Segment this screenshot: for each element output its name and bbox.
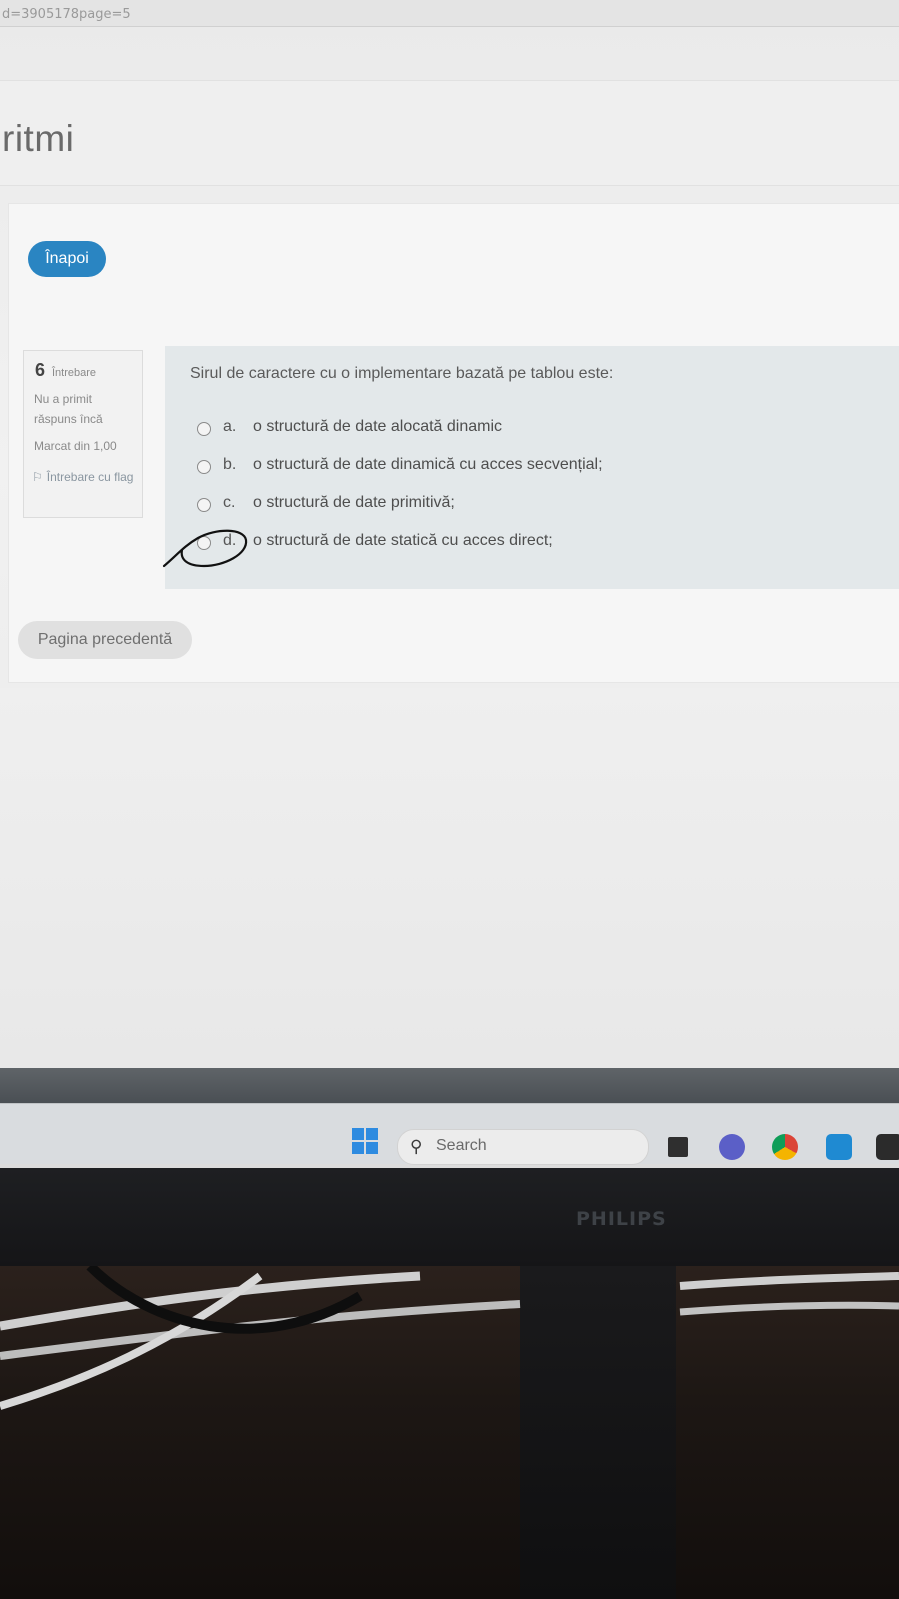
question-number: 6	[35, 360, 46, 380]
radio-button[interactable]	[197, 498, 211, 512]
monitor-screen: d=3905178page=5 ritmi Înapoi 6 Întrebare…	[0, 0, 899, 1168]
chrome-icon[interactable]	[772, 1134, 798, 1160]
chat-icon[interactable]	[719, 1134, 745, 1160]
url-text: d=3905178page=5	[2, 7, 131, 22]
previous-page-button[interactable]: Pagina precedentă	[18, 621, 192, 659]
cables	[0, 1266, 899, 1410]
terminal-icon[interactable]	[876, 1134, 899, 1160]
empty-page-area	[0, 688, 899, 1068]
radio-button[interactable]	[197, 422, 211, 436]
option-text: o structură de date alocată dinamic	[253, 418, 503, 435]
page-header	[0, 80, 899, 186]
taskbar-search-input[interactable]	[397, 1129, 649, 1165]
option-text: o structură de date primitivă;	[253, 494, 455, 511]
screen-shade	[0, 1068, 899, 1103]
question-info-panel: 6 Întrebare Nu a primit răspuns încă Mar…	[23, 350, 143, 518]
option-text: o structură de date statică cu acces dir…	[253, 532, 553, 549]
file-explorer-icon[interactable]	[668, 1137, 688, 1157]
back-button[interactable]: Înapoi	[28, 241, 106, 277]
monitor-brand-logo: PHILIPS	[576, 1208, 667, 1230]
option-letter: a.	[223, 418, 237, 435]
option-letter: c.	[223, 494, 236, 511]
question-label: Întrebare	[52, 367, 97, 379]
radio-button[interactable]	[197, 460, 211, 474]
question-state: Nu a primit răspuns încă	[34, 392, 103, 426]
search-icon: ⚲	[410, 1137, 423, 1157]
option-text: o structură de date dinamică cu acces se…	[253, 456, 603, 473]
vscode-icon[interactable]	[826, 1134, 852, 1160]
pen-annotation-circle	[162, 529, 248, 568]
search-placeholder: Search	[436, 1137, 487, 1154]
question-mark: Marcat din 1,00	[34, 439, 117, 453]
flag-question-link[interactable]: ⚐ Întrebare cu flag	[32, 467, 136, 487]
question-text: Sirul de caractere cu o implementare baz…	[190, 365, 614, 382]
browser-address-bar[interactable]: d=3905178page=5	[0, 0, 899, 27]
page-title: ritmi	[2, 118, 75, 159]
windows-start-icon[interactable]	[352, 1128, 378, 1154]
flag-icon: ⚐	[32, 470, 43, 484]
option-letter: b.	[223, 456, 237, 473]
flag-label: Întrebare cu flag	[46, 470, 134, 484]
monitor-bezel	[0, 1168, 899, 1266]
